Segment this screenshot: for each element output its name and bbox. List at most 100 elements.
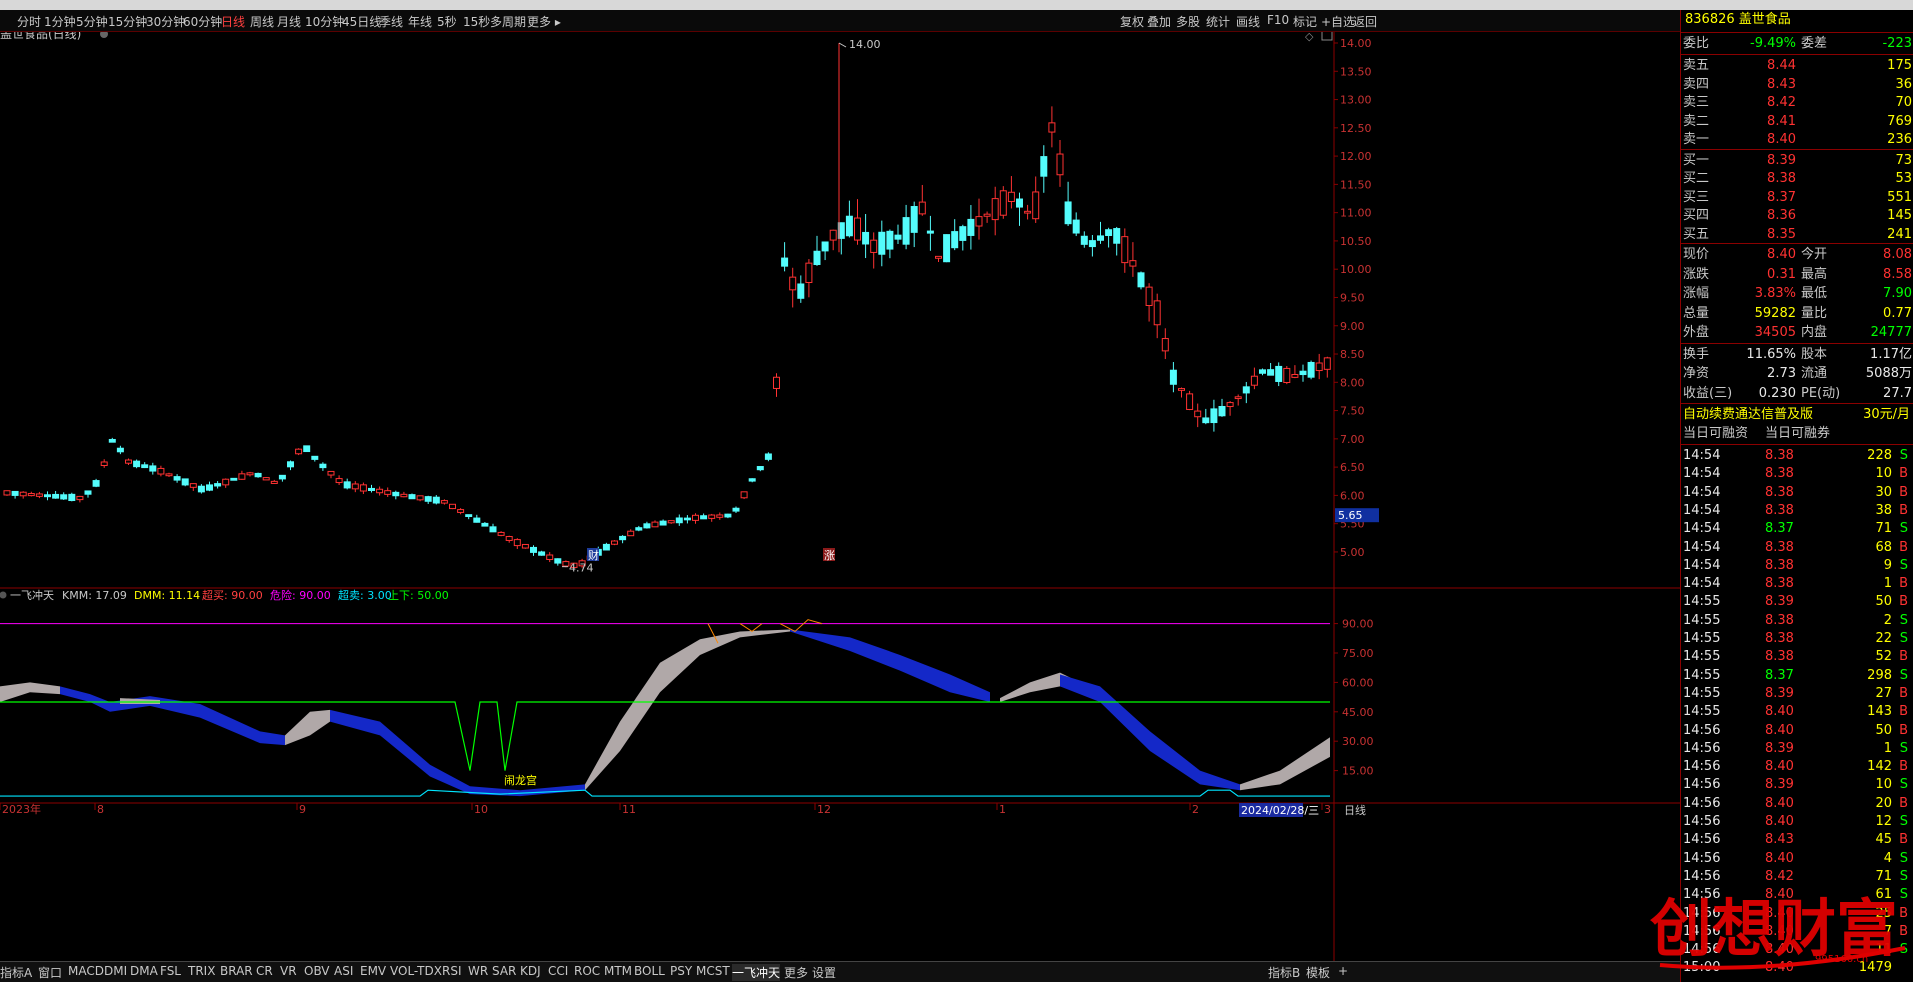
period-1[interactable]: 1分钟 [44,13,76,30]
period-9[interactable]: 10分钟 [305,13,344,30]
order-label: 卖一 [1683,132,1710,147]
indicator-tab-3[interactable]: DMI [104,964,127,978]
period-7[interactable]: 周线 [250,13,274,30]
indicator-tab-18[interactable]: CCI [548,964,568,978]
indicator-tab-11[interactable]: ASI [334,964,353,978]
indicator-tab-5[interactable]: FSL [160,964,181,978]
time-axis-label: 2 [1192,803,1199,816]
candle-body [756,466,764,471]
tick-row: 15:00 8.40 1479 [1681,958,1913,977]
period-15[interactable]: 多周期 [490,13,526,30]
quote-panel: 836826 盖世食品 委比 -9.49% 委差 -223 卖五 8.44 175 卖四 8.43… [1680,10,1913,982]
indicator-tab-26[interactable]: 设置 [812,964,836,981]
indicator-tab-22[interactable]: PSY [670,964,692,978]
indicator-tab-7[interactable]: BRAR [220,964,253,978]
cloud-gray [285,709,330,746]
candle-body [1137,272,1145,288]
toolbar-btn-3[interactable]: 统计 [1206,13,1230,30]
indicator-tab-9[interactable]: VR [280,964,297,978]
tick-row: 14:56 8.40 12 S [1681,812,1913,831]
indicator-tab-8[interactable]: CR [256,964,273,978]
toolbar-btn-4[interactable]: 画线 [1236,13,1260,30]
candle-body [1275,365,1283,382]
period-10[interactable]: 45日线 [342,13,381,30]
candle-body [935,255,942,259]
fundamental-row: 净资 2.73 流通 5088万 [1681,364,1913,383]
indicator-tab-17[interactable]: KDJ [520,964,541,978]
tick-side: S [1899,740,1908,756]
period-11[interactable]: 季线 [379,13,403,30]
tick-price: 8.37 [1765,521,1794,537]
fund-value: 27.7 [1883,385,1912,401]
indicator-tab-16[interactable]: SAR [492,964,516,978]
tick-time: 14:56 [1683,795,1721,811]
period-0[interactable]: 分时 [17,13,41,30]
kline-and-indicator-chart[interactable]: 盖世食品(日线)14.0013.5013.0012.5012.0011.5011… [0,32,1680,961]
candle-body [27,493,35,497]
candle-body [651,521,659,528]
indicator-tab-0[interactable]: 指标A [0,964,32,981]
candle-body [1064,201,1072,225]
toolbar-btn-1[interactable]: 叠加 [1147,13,1171,30]
tick-price: 8.38 [1765,649,1794,665]
tick-side: B [1899,649,1908,665]
cloud-gray [0,682,60,702]
chart-title-dropdown-icon [100,32,108,38]
candle-body [789,276,797,291]
toolbar-btn-0[interactable]: 复权 [1120,13,1144,30]
tick-time: 14:56 [1683,850,1721,866]
candle-body [530,546,537,553]
stat-value: 0.77 [1883,305,1912,321]
period-14[interactable]: 15秒 [463,13,490,30]
indicator-tab-1[interactable]: 窗口 [38,964,62,981]
indicator-tab-20[interactable]: MTM [604,964,632,978]
toolbar-btn-6[interactable]: 标记 [1293,13,1317,30]
period-2[interactable]: 5分钟 [76,13,108,30]
tick-row: 14:55 8.39 50 B [1681,592,1913,611]
chart-title: 盖世食品(日线) [0,32,81,41]
indicator-tab-14[interactable]: RSI [442,964,462,978]
tick-price: 8.38 [1765,576,1794,592]
cloud-gray [585,629,790,791]
period-13[interactable]: 5秒 [437,13,457,30]
period-5[interactable]: 60分钟 [183,13,222,30]
toolbar-btn-7[interactable]: +自选 [1321,13,1355,30]
toolbar-btn-2[interactable]: 多股 [1176,13,1200,30]
tick-price: 8.40 [1765,795,1794,811]
period-3[interactable]: 15分钟 [108,13,147,30]
order-price: 8.43 [1767,76,1796,92]
indicator-tab-right-1[interactable]: 模板 [1306,964,1330,981]
indicator-tab-24[interactable]: 一飞冲天 [732,964,781,981]
indicator-tab-6[interactable]: TRIX [188,964,215,978]
period-8[interactable]: 月线 [277,13,301,30]
indicator-tab-15[interactable]: WR [468,964,488,978]
indicator-tab-right-2[interactable]: + [1338,964,1348,978]
period-6[interactable]: 日线 [221,13,245,30]
indicator-tab-23[interactable]: MCST [696,964,730,978]
tick-row: 14:56 8.40 25 B [1681,904,1913,923]
tick-side: S [1899,942,1908,958]
indicator-tab-10[interactable]: OBV [304,964,330,978]
period-16[interactable]: 更多 ▸ [527,13,561,30]
tick-side: S [1899,631,1908,646]
indicator-tab-25[interactable]: 更多 [784,964,808,981]
tick-side: S [1899,868,1908,884]
indicator-annotation: 闹龙宫 [504,773,537,787]
chart-area[interactable]: 盖世食品(日线) 14.00 13.50 13.00 12.50 12.00 11.50 11… [0,32,1680,967]
candle-body [1032,191,1040,220]
toolbar-btn-8[interactable]: 返回 [1353,13,1377,30]
period-4[interactable]: 30分钟 [146,13,185,30]
indicator-tab-13[interactable]: VOL-TDX [390,964,442,978]
indicator-tab-12[interactable]: EMV [360,964,386,978]
stat-value: 59282 [1754,305,1796,321]
tick-time: 14:56 [1683,923,1721,939]
candle-body [627,530,635,537]
indicator-tab-19[interactable]: ROC [574,964,600,978]
period-12[interactable]: 年线 [408,13,432,30]
indicator-tab-2[interactable]: MACD [68,964,104,978]
toolbar-btn-5[interactable]: F10 [1267,13,1289,27]
indicator-tab-21[interactable]: BOLL [634,964,665,978]
indicator-tab-right-0[interactable]: 指标B [1268,964,1300,981]
indicator-tab-4[interactable]: DMA [130,964,158,978]
price-axis-label: 9.00 [1340,320,1365,333]
